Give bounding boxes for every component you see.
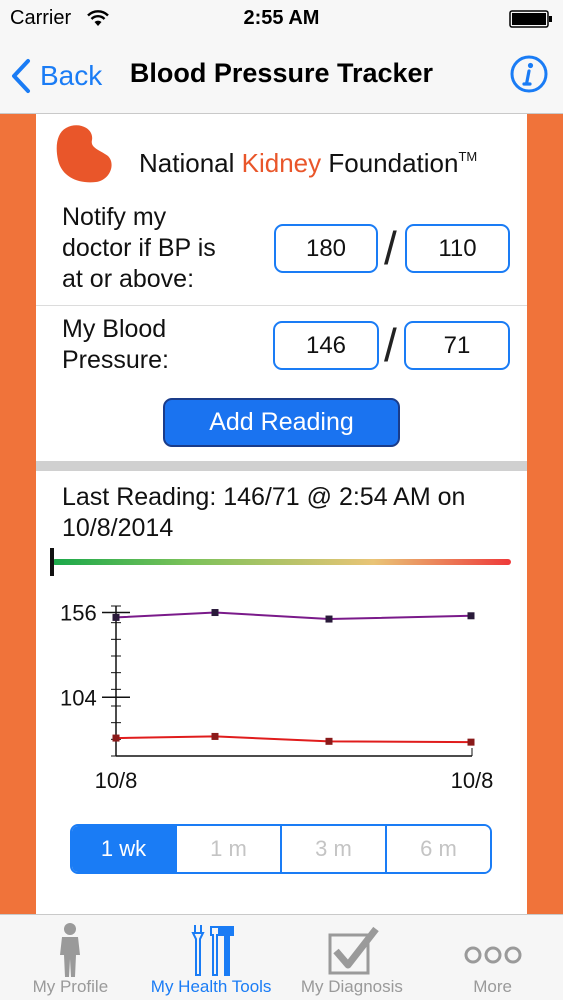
chart-y-tick-label: 156 [60,601,97,626]
info-icon[interactable] [509,54,549,94]
segment-1-wk[interactable]: 1 wk [72,826,175,872]
chart-x-tick-label: 10/8 [451,768,494,793]
time-range-segmented-control: 1 wk 1 m3 m6 m [70,824,492,874]
notify-systolic-input[interactable]: 180 [274,224,378,273]
section-divider [36,461,527,471]
notify-separator: / [384,222,397,274]
status-bar: Carrier 2:55 AM [0,0,563,38]
tools-icon [191,925,235,976]
navigation-bar: Back Blood Pressure Tracker [0,38,563,114]
chart-x-tick-label: 10/8 [95,768,138,793]
tab-label-my-profile: My Profile [32,977,109,996]
segment-6-m[interactable]: 6 m [385,826,490,872]
tab-my-diagnosis[interactable]: My Diagnosis [282,915,423,1000]
notify-label-line1: Notify my [62,203,167,231]
segment-3-m[interactable]: 3 m [280,826,385,872]
kidney-logo-icon [56,125,112,183]
notify-threshold-label: Notify my doctor if BP is at or above: [62,202,216,295]
my-bp-label: My Blood Pressure: [62,314,169,376]
row-divider [36,305,527,306]
chart-point-systolic [112,613,120,621]
logo-text-national: National [139,148,242,178]
tab-label-my-health-tools: My Health Tools [150,977,272,996]
notify-label-line3: at or above: [62,265,195,293]
my-bp-label-line1: My Blood [62,315,167,343]
tab-more[interactable]: More [422,915,563,1000]
tab-my-profile[interactable]: My Profile [0,915,141,1000]
page-title: Blood Pressure Tracker [129,58,434,88]
bp-range-gradient-bar [52,559,511,565]
tab-label-my-diagnosis: My Diagnosis [300,977,403,996]
chart-point-diastolic [211,732,219,740]
last-reading-text: Last Reading: 146/71 @ 2:54 AM on 10/8/2… [62,482,512,544]
status-time: 2:55 AM [243,7,320,29]
last-reading-line1: Last Reading: 146/71 @ 2:54 AM on [62,483,466,511]
chart-line-systolic [115,611,472,621]
chart-point-systolic [211,609,219,617]
checkbox-icon [328,926,379,975]
chart-point-systolic [325,615,333,623]
logo-text-foundation: Foundation [321,148,459,178]
bp-range-marker [50,548,54,576]
chart-line-diastolic [115,735,472,744]
my-bp-label-line2: Pressure: [62,346,169,374]
last-reading-line2: 10/8/2014 [62,514,174,542]
battery-icon [509,10,552,28]
chart-point-diastolic [467,738,475,746]
more-icon [464,946,522,964]
side-rail-left [0,114,36,914]
logo-text-kidney: Kidney [241,148,322,178]
my-bp-separator: / [384,319,397,371]
add-reading-button[interactable]: Add Reading [163,398,400,447]
notify-label-line2: doctor if BP is [62,234,216,262]
chart-point-systolic [467,612,475,620]
tab-bar: My Profile My Health Tools My Diagnosis … [0,914,563,1000]
bp-history-chart: 156 104 10/8 10/8 [60,601,494,793]
chart-point-diastolic [112,734,120,742]
my-diastolic-input[interactable]: 71 [404,321,510,370]
chart-y-tick-label: 104 [60,685,97,710]
logo-trademark: TM [458,149,478,164]
side-rail-right [527,114,563,914]
segment-1-m[interactable]: 1 m [175,826,280,872]
person-icon [60,923,81,977]
chart-point-diastolic [325,737,333,745]
notify-diastolic-input[interactable]: 110 [405,224,510,273]
main-content: National Kidney FoundationTM Notify my d… [36,114,527,914]
tab-label-more: More [473,977,512,996]
my-systolic-input[interactable]: 146 [273,321,379,370]
foundation-logo-text: National Kidney FoundationTM [139,148,477,179]
tab-my-health-tools[interactable]: My Health Tools [141,915,282,1000]
